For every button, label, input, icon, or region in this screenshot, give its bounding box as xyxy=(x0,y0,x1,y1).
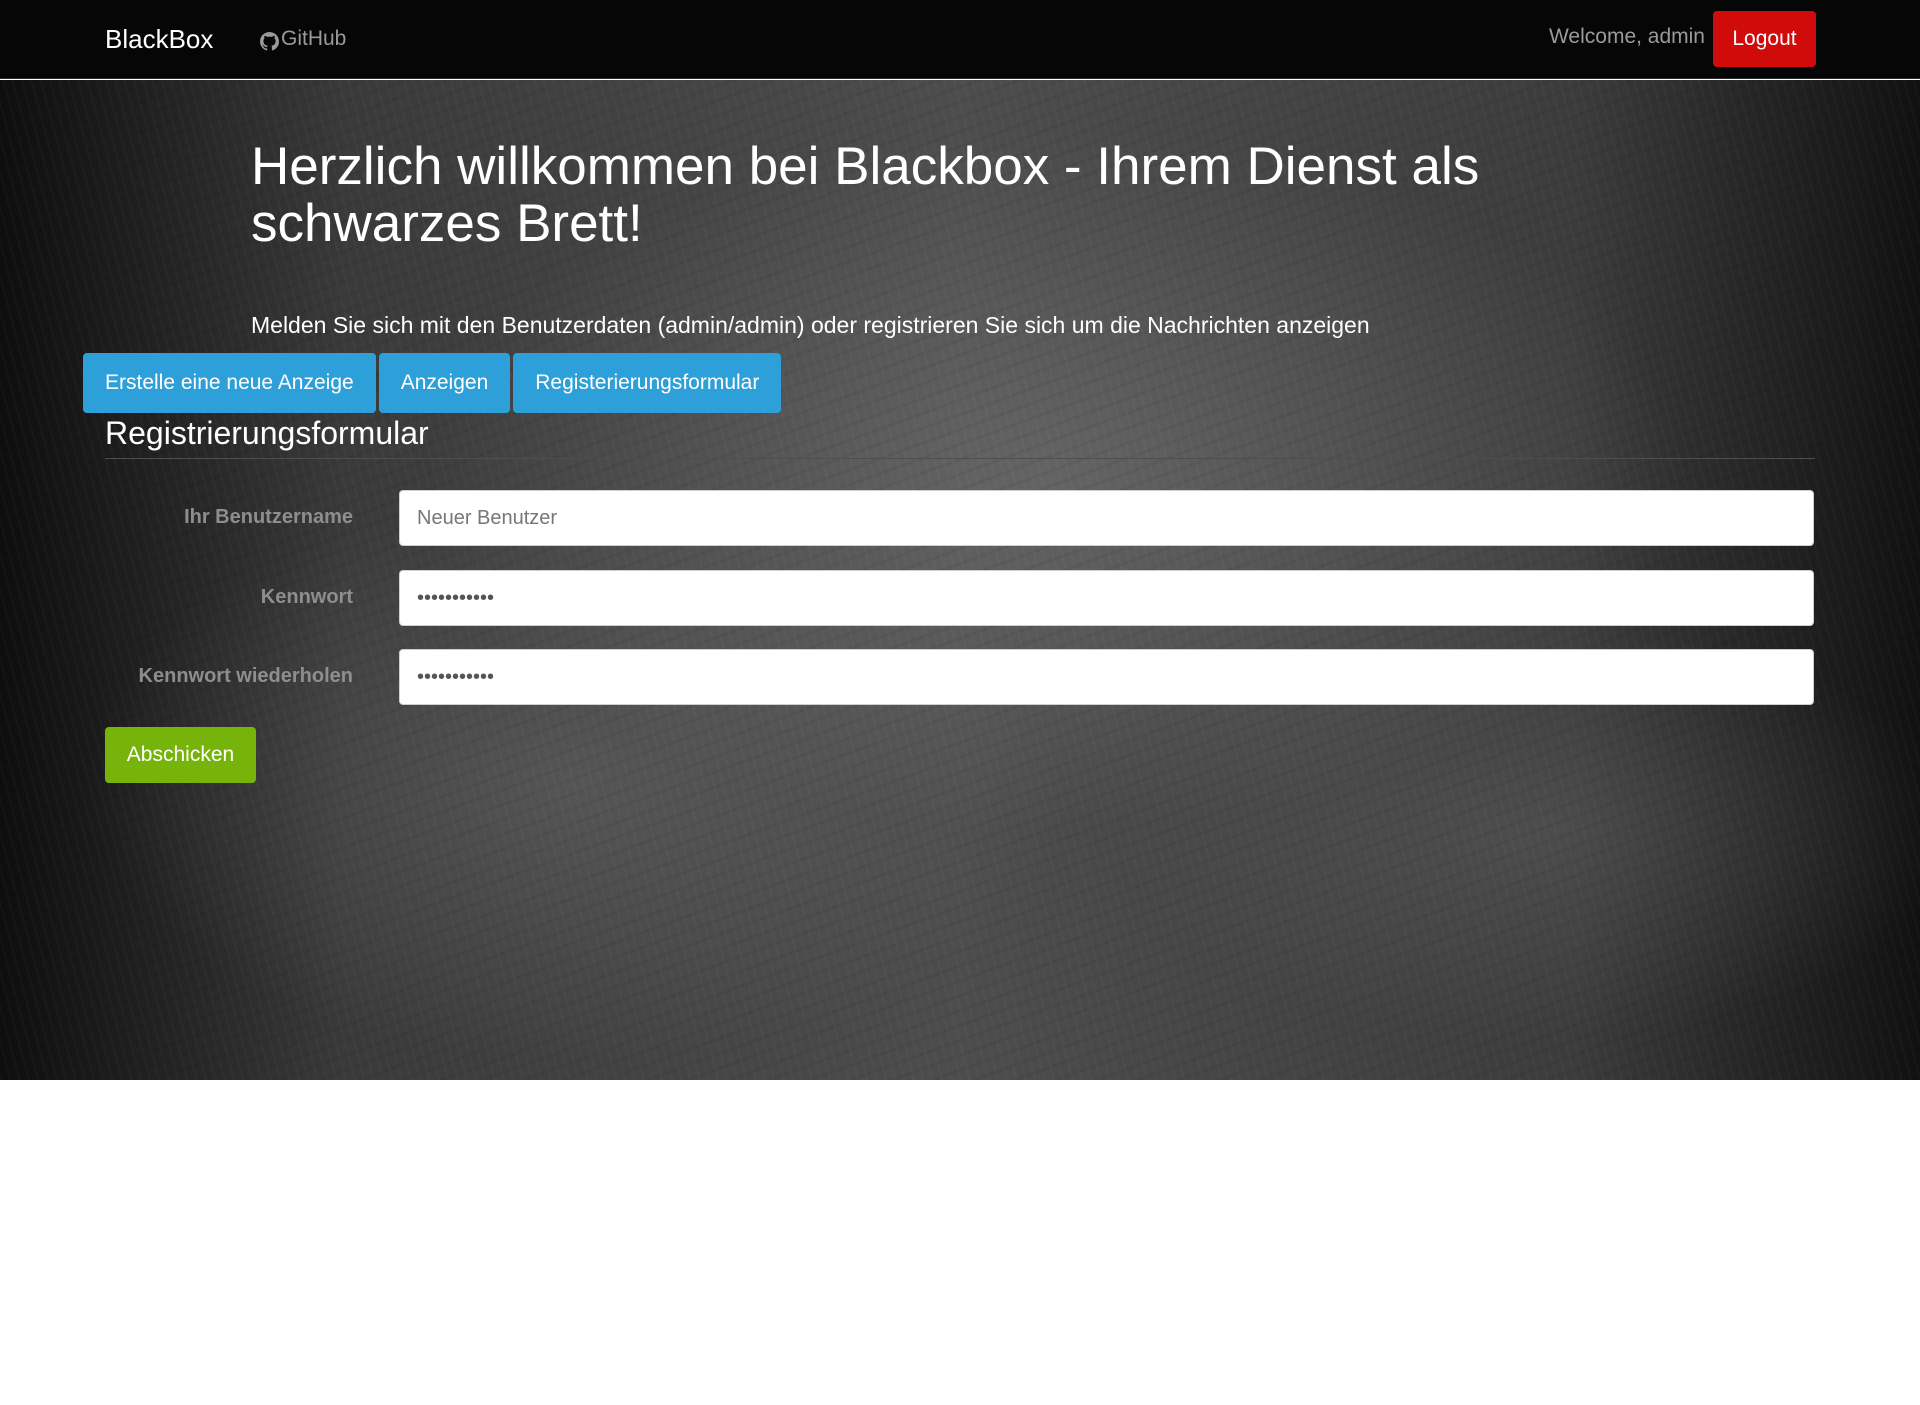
github-label: GitHub xyxy=(281,27,347,50)
divider xyxy=(105,458,1815,459)
tab-registration[interactable]: Registerierungsformular xyxy=(513,353,782,413)
password-label: Kennwort xyxy=(260,586,353,608)
hero-section: Herzlich willkommen bei Blackbox - Ihrem… xyxy=(0,80,1920,1080)
lead-text: Melden Sie sich mit den Benutzerdaten (a… xyxy=(251,312,1370,338)
page-headline: Herzlich willkommen bei Blackbox - Ihrem… xyxy=(251,137,1480,253)
welcome-text: Welcome, admin xyxy=(1548,25,1705,48)
tab-new-ad[interactable]: Erstelle eine neue Anzeige xyxy=(83,353,376,413)
form-title: Registrierungsformular xyxy=(105,415,429,451)
logout-button[interactable]: Logout xyxy=(1713,11,1816,67)
password-input[interactable] xyxy=(399,570,1814,626)
brand-link[interactable]: BlackBox xyxy=(105,22,213,56)
submit-button[interactable]: Abschicken xyxy=(105,727,256,783)
github-icon xyxy=(260,30,279,51)
password-repeat-label: Kennwort wiederholen xyxy=(138,665,353,687)
username-label: Ihr Benutzername xyxy=(184,506,353,528)
tab-ads[interactable]: Anzeigen xyxy=(378,353,511,413)
github-link[interactable]: GitHub xyxy=(260,24,346,54)
password-repeat-input[interactable] xyxy=(399,649,1814,705)
username-input[interactable] xyxy=(399,490,1814,546)
tab-bar: Erstelle eine neue Anzeige Anzeigen Regi… xyxy=(83,353,784,413)
navbar: BlackBox GitHub Welcome, admin Logout xyxy=(0,0,1920,79)
